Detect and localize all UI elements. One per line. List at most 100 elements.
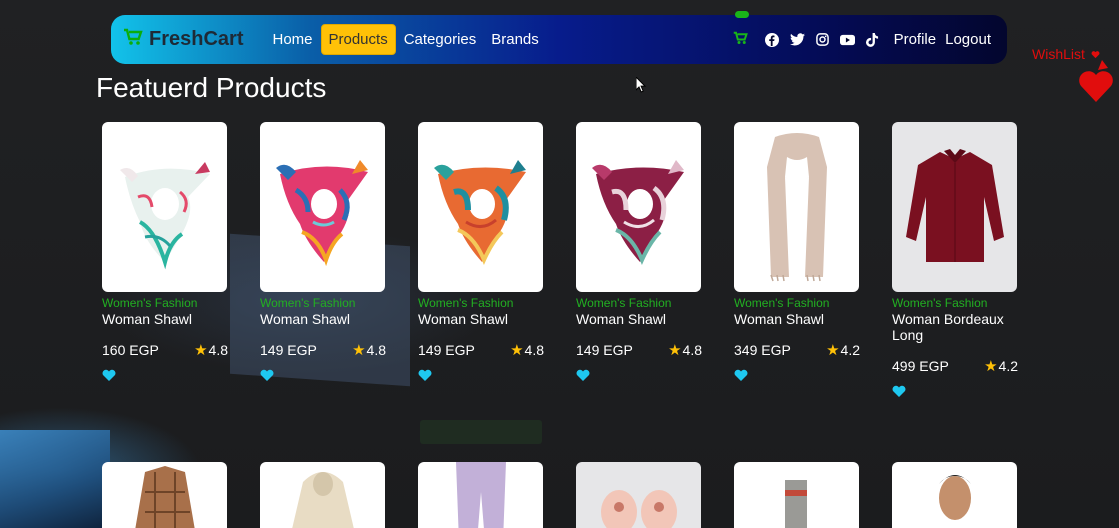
star-icon: ★ [984,358,998,375]
faded-add-to-cart-button [420,420,542,444]
product-card[interactable]: Women's Fashion Woman Shawl 149 EGP ★ 4.8 [418,122,544,385]
page-title: Featuerd Products [96,72,327,103]
product-price: 160 EGP [102,342,159,358]
add-to-wishlist-heart-icon[interactable] [102,366,228,385]
nav-home[interactable]: Home [265,25,319,54]
product-image[interactable] [734,122,859,292]
nav-brands[interactable]: Brands [484,25,546,54]
product-card[interactable] [260,462,386,528]
product-card[interactable]: Women's Fashion Woman Shawl 149 EGP ★ 4.8 [260,122,386,385]
product-card[interactable] [102,462,228,528]
add-to-wishlist-heart-icon[interactable] [260,366,386,385]
rating-value: 4.8 [208,342,228,358]
cart-logo-icon [123,27,143,52]
product-price: 149 EGP [260,342,317,358]
product-image[interactable] [734,462,859,528]
product-meta: 349 EGP ★ 4.2 [734,341,860,359]
add-to-wishlist-heart-icon[interactable] [892,382,1018,401]
navbar: FreshCart Home Products Categories Brand… [111,10,1007,64]
star-icon: ★ [352,342,366,359]
product-meta: 149 EGP ★ 4.8 [576,341,702,359]
product-title: Woman Shawl [576,311,667,327]
product-card[interactable] [576,462,702,528]
product-image[interactable] [102,122,227,292]
star-icon: ★ [668,342,682,359]
add-to-wishlist-heart-icon[interactable] [418,366,544,385]
product-price: 149 EGP [576,342,633,358]
twitter-icon[interactable] [789,32,805,47]
brand-name: FreshCart [149,28,244,50]
slippers-image-icon [600,490,677,528]
rating-value: 4.8 [366,342,386,358]
product-rating: ★ 4.8 [668,341,702,359]
product-meta: 499 EGP ★ 4.2 [892,357,1018,375]
product-card[interactable]: Women's Fashion Woman Shawl 160 EGP ★ 4.8 [102,122,228,385]
cart-icon [733,31,748,44]
star-icon: ★ [510,342,524,359]
product-image[interactable] [418,122,543,292]
scarf-image-icon [119,162,210,270]
rating-value: 4.8 [524,342,544,358]
product-card[interactable] [892,462,1018,528]
brand-logo[interactable]: FreshCart [123,27,243,52]
product-meta: 149 EGP ★ 4.8 [260,341,386,359]
product-image[interactable] [892,462,1017,528]
mouse-cursor-icon [635,75,647,97]
cart-button[interactable] [733,10,749,49]
pants-image-icon [455,462,506,528]
scarf-image-icon [591,160,684,266]
product-rating: ★ 4.2 [984,357,1018,375]
product-title: Woman Shawl [102,311,193,327]
product-card[interactable]: Women's Fashion Woman Bordeaux Long 499 … [892,122,1018,401]
star-icon: ★ [194,342,208,359]
add-to-wishlist-heart-icon[interactable] [734,366,860,385]
product-image[interactable] [576,462,701,528]
male-model-image-icon [938,475,971,520]
profile-link[interactable]: Profile [894,31,937,48]
wishlist-heart-icon[interactable] [1078,58,1114,108]
product-card[interactable]: Women's Fashion Woman Shawl 149 EGP ★ 4.8 [576,122,702,385]
product-title: Woman Shawl [418,311,509,327]
youtube-icon[interactable] [839,32,855,47]
product-card[interactable]: Women's Fashion Woman Shawl 349 EGP ★ 4.2 [734,122,860,385]
product-image[interactable] [418,462,543,528]
product-category: Women's Fashion [576,296,672,310]
product-category: Women's Fashion [418,296,514,310]
product-card[interactable] [418,462,544,528]
hoodie-image-icon [291,472,354,528]
background-building [0,430,110,528]
star-icon: ★ [826,342,840,359]
product-price: 149 EGP [418,342,475,358]
rating-value: 4.8 [682,342,702,358]
scarf-image-icon [275,160,368,267]
nav-products[interactable]: Products [320,24,396,55]
facebook-icon[interactable] [765,32,780,47]
nav-right: Profile Logout [733,10,991,49]
product-image[interactable] [102,462,227,528]
rating-value: 4.2 [998,358,1018,374]
product-price: 349 EGP [734,342,791,358]
product-image[interactable] [892,122,1017,292]
tiktok-icon[interactable] [865,32,880,47]
product-image[interactable] [576,122,701,292]
product-category: Women's Fashion [892,296,988,310]
shirt-image-icon [905,149,1004,262]
product-title: Woman Shawl [260,311,351,327]
add-to-wishlist-heart-icon[interactable] [576,366,702,385]
cart-badge [734,10,749,18]
product-rating: ★ 4.8 [510,341,544,359]
nav-links: Home Products Categories Brands [265,24,546,55]
wishlist-label: WishList [1032,46,1085,62]
product-image[interactable] [260,122,385,292]
product-title: Woman Shawl [734,311,825,327]
product-card[interactable] [734,462,860,528]
product-image[interactable] [260,462,385,528]
scarf-image-icon [433,160,526,266]
logout-link[interactable]: Logout [945,31,991,48]
rating-value: 4.2 [840,342,860,358]
long-scarf-image-icon [766,133,827,282]
product-rating: ★ 4.8 [194,341,228,359]
product-meta: 160 EGP ★ 4.8 [102,341,228,359]
instagram-icon[interactable] [815,32,830,47]
nav-categories[interactable]: Categories [397,25,484,54]
